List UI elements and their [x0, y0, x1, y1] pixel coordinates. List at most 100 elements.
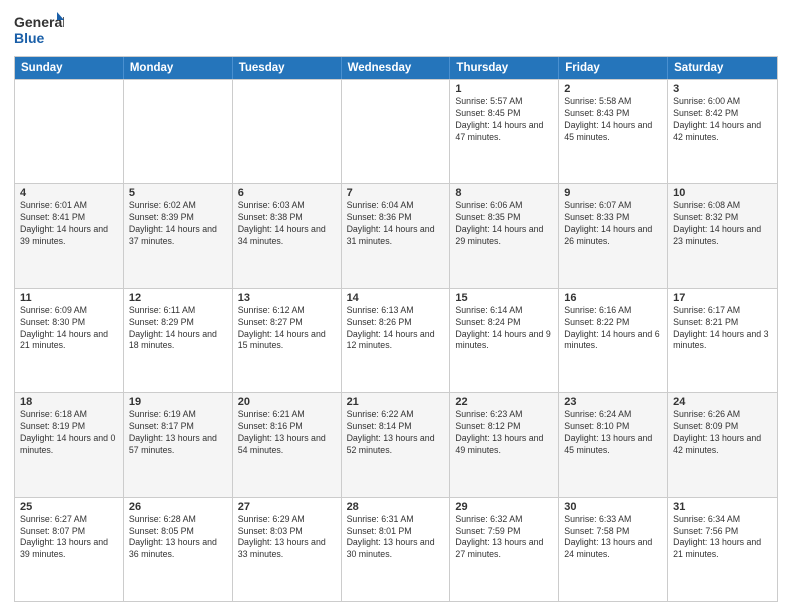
- day-number: 7: [347, 187, 445, 199]
- calendar-cell: 28Sunrise: 6:31 AM Sunset: 8:01 PM Dayli…: [342, 498, 451, 601]
- day-number: 23: [564, 396, 662, 408]
- day-number: 18: [20, 396, 118, 408]
- day-info: Sunrise: 5:58 AM Sunset: 8:43 PM Dayligh…: [564, 96, 662, 144]
- calendar-row: 4Sunrise: 6:01 AM Sunset: 8:41 PM Daylig…: [15, 183, 777, 287]
- calendar-row: 25Sunrise: 6:27 AM Sunset: 8:07 PM Dayli…: [15, 497, 777, 601]
- day-info: Sunrise: 6:01 AM Sunset: 8:41 PM Dayligh…: [20, 200, 118, 248]
- calendar-header-cell: Thursday: [450, 57, 559, 79]
- day-info: Sunrise: 6:18 AM Sunset: 8:19 PM Dayligh…: [20, 409, 118, 457]
- day-info: Sunrise: 6:06 AM Sunset: 8:35 PM Dayligh…: [455, 200, 553, 248]
- day-info: Sunrise: 6:03 AM Sunset: 8:38 PM Dayligh…: [238, 200, 336, 248]
- day-number: 26: [129, 501, 227, 513]
- calendar-cell: 5Sunrise: 6:02 AM Sunset: 8:39 PM Daylig…: [124, 184, 233, 287]
- calendar-header-cell: Friday: [559, 57, 668, 79]
- day-number: 4: [20, 187, 118, 199]
- calendar-header-cell: Sunday: [15, 57, 124, 79]
- day-number: 21: [347, 396, 445, 408]
- calendar-cell: 21Sunrise: 6:22 AM Sunset: 8:14 PM Dayli…: [342, 393, 451, 496]
- calendar-cell: 18Sunrise: 6:18 AM Sunset: 8:19 PM Dayli…: [15, 393, 124, 496]
- calendar-header-cell: Monday: [124, 57, 233, 79]
- svg-text:General: General: [14, 14, 64, 30]
- day-number: 28: [347, 501, 445, 513]
- day-info: Sunrise: 6:29 AM Sunset: 8:03 PM Dayligh…: [238, 514, 336, 562]
- day-number: 1: [455, 83, 553, 95]
- day-info: Sunrise: 6:22 AM Sunset: 8:14 PM Dayligh…: [347, 409, 445, 457]
- calendar-row: 18Sunrise: 6:18 AM Sunset: 8:19 PM Dayli…: [15, 392, 777, 496]
- calendar: SundayMondayTuesdayWednesdayThursdayFrid…: [14, 56, 778, 602]
- day-number: 30: [564, 501, 662, 513]
- calendar-row: 11Sunrise: 6:09 AM Sunset: 8:30 PM Dayli…: [15, 288, 777, 392]
- logo-svg: GeneralBlue: [14, 10, 64, 50]
- calendar-cell: [15, 80, 124, 183]
- calendar-cell: 31Sunrise: 6:34 AM Sunset: 7:56 PM Dayli…: [668, 498, 777, 601]
- day-number: 9: [564, 187, 662, 199]
- day-number: 6: [238, 187, 336, 199]
- day-number: 22: [455, 396, 553, 408]
- day-number: 31: [673, 501, 772, 513]
- day-info: Sunrise: 6:04 AM Sunset: 8:36 PM Dayligh…: [347, 200, 445, 248]
- day-number: 24: [673, 396, 772, 408]
- calendar-cell: [124, 80, 233, 183]
- logo: GeneralBlue: [14, 10, 64, 50]
- day-number: 5: [129, 187, 227, 199]
- calendar-cell: 26Sunrise: 6:28 AM Sunset: 8:05 PM Dayli…: [124, 498, 233, 601]
- day-number: 2: [564, 83, 662, 95]
- calendar-cell: [342, 80, 451, 183]
- calendar-body: 1Sunrise: 5:57 AM Sunset: 8:45 PM Daylig…: [15, 79, 777, 601]
- calendar-cell: 6Sunrise: 6:03 AM Sunset: 8:38 PM Daylig…: [233, 184, 342, 287]
- calendar-cell: 2Sunrise: 5:58 AM Sunset: 8:43 PM Daylig…: [559, 80, 668, 183]
- day-info: Sunrise: 6:24 AM Sunset: 8:10 PM Dayligh…: [564, 409, 662, 457]
- calendar-cell: 3Sunrise: 6:00 AM Sunset: 8:42 PM Daylig…: [668, 80, 777, 183]
- header: GeneralBlue: [14, 10, 778, 50]
- day-info: Sunrise: 6:27 AM Sunset: 8:07 PM Dayligh…: [20, 514, 118, 562]
- calendar-cell: 29Sunrise: 6:32 AM Sunset: 7:59 PM Dayli…: [450, 498, 559, 601]
- day-number: 8: [455, 187, 553, 199]
- calendar-header-cell: Tuesday: [233, 57, 342, 79]
- day-info: Sunrise: 6:32 AM Sunset: 7:59 PM Dayligh…: [455, 514, 553, 562]
- day-number: 20: [238, 396, 336, 408]
- day-info: Sunrise: 6:14 AM Sunset: 8:24 PM Dayligh…: [455, 305, 553, 353]
- calendar-cell: 13Sunrise: 6:12 AM Sunset: 8:27 PM Dayli…: [233, 289, 342, 392]
- calendar-cell: 19Sunrise: 6:19 AM Sunset: 8:17 PM Dayli…: [124, 393, 233, 496]
- calendar-cell: 17Sunrise: 6:17 AM Sunset: 8:21 PM Dayli…: [668, 289, 777, 392]
- calendar-cell: 1Sunrise: 5:57 AM Sunset: 8:45 PM Daylig…: [450, 80, 559, 183]
- calendar-header: SundayMondayTuesdayWednesdayThursdayFrid…: [15, 57, 777, 79]
- calendar-cell: 16Sunrise: 6:16 AM Sunset: 8:22 PM Dayli…: [559, 289, 668, 392]
- calendar-header-cell: Wednesday: [342, 57, 451, 79]
- calendar-cell: 24Sunrise: 6:26 AM Sunset: 8:09 PM Dayli…: [668, 393, 777, 496]
- day-info: Sunrise: 6:16 AM Sunset: 8:22 PM Dayligh…: [564, 305, 662, 353]
- day-number: 15: [455, 292, 553, 304]
- day-number: 17: [673, 292, 772, 304]
- day-info: Sunrise: 6:19 AM Sunset: 8:17 PM Dayligh…: [129, 409, 227, 457]
- day-info: Sunrise: 6:13 AM Sunset: 8:26 PM Dayligh…: [347, 305, 445, 353]
- calendar-cell: 15Sunrise: 6:14 AM Sunset: 8:24 PM Dayli…: [450, 289, 559, 392]
- calendar-cell: 25Sunrise: 6:27 AM Sunset: 8:07 PM Dayli…: [15, 498, 124, 601]
- day-info: Sunrise: 6:31 AM Sunset: 8:01 PM Dayligh…: [347, 514, 445, 562]
- day-info: Sunrise: 6:17 AM Sunset: 8:21 PM Dayligh…: [673, 305, 772, 353]
- calendar-cell: 10Sunrise: 6:08 AM Sunset: 8:32 PM Dayli…: [668, 184, 777, 287]
- calendar-cell: 4Sunrise: 6:01 AM Sunset: 8:41 PM Daylig…: [15, 184, 124, 287]
- day-info: Sunrise: 5:57 AM Sunset: 8:45 PM Dayligh…: [455, 96, 553, 144]
- day-info: Sunrise: 6:34 AM Sunset: 7:56 PM Dayligh…: [673, 514, 772, 562]
- day-number: 16: [564, 292, 662, 304]
- day-info: Sunrise: 6:00 AM Sunset: 8:42 PM Dayligh…: [673, 96, 772, 144]
- day-info: Sunrise: 6:07 AM Sunset: 8:33 PM Dayligh…: [564, 200, 662, 248]
- day-number: 11: [20, 292, 118, 304]
- day-info: Sunrise: 6:12 AM Sunset: 8:27 PM Dayligh…: [238, 305, 336, 353]
- day-number: 27: [238, 501, 336, 513]
- calendar-header-cell: Saturday: [668, 57, 777, 79]
- day-info: Sunrise: 6:21 AM Sunset: 8:16 PM Dayligh…: [238, 409, 336, 457]
- day-info: Sunrise: 6:23 AM Sunset: 8:12 PM Dayligh…: [455, 409, 553, 457]
- day-number: 12: [129, 292, 227, 304]
- svg-text:Blue: Blue: [14, 30, 45, 46]
- day-info: Sunrise: 6:09 AM Sunset: 8:30 PM Dayligh…: [20, 305, 118, 353]
- calendar-cell: 11Sunrise: 6:09 AM Sunset: 8:30 PM Dayli…: [15, 289, 124, 392]
- page: GeneralBlue SundayMondayTuesdayWednesday…: [0, 0, 792, 612]
- day-info: Sunrise: 6:33 AM Sunset: 7:58 PM Dayligh…: [564, 514, 662, 562]
- day-number: 3: [673, 83, 772, 95]
- day-number: 29: [455, 501, 553, 513]
- day-number: 13: [238, 292, 336, 304]
- day-info: Sunrise: 6:11 AM Sunset: 8:29 PM Dayligh…: [129, 305, 227, 353]
- calendar-cell: 7Sunrise: 6:04 AM Sunset: 8:36 PM Daylig…: [342, 184, 451, 287]
- calendar-cell: 9Sunrise: 6:07 AM Sunset: 8:33 PM Daylig…: [559, 184, 668, 287]
